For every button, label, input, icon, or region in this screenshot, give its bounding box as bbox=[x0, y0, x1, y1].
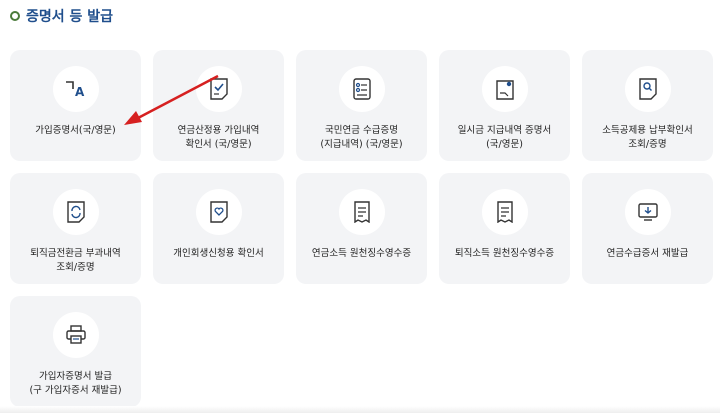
card-tax-deduction-payment[interactable]: 소득공제용 납부확인서 조회/증명 bbox=[582, 50, 713, 161]
card-label: 퇴직소득 원천징수영수증 bbox=[454, 248, 555, 259]
certificate-grid: A 가입증명서(국/영문) 연금산정용 가입내역 확인서 (국/영문) 국민연금… bbox=[10, 50, 713, 407]
card-pension-receipt-certificate[interactable]: 국민연금 수급증명 (지급내역) (국/영문) bbox=[296, 50, 427, 161]
card-label: 일시금 지급내역 증명서 (국/영문) bbox=[457, 125, 552, 150]
card-pension-calc-confirmation[interactable]: 연금산정용 가입내역 확인서 (국/영문) bbox=[153, 50, 284, 161]
document-refresh-icon bbox=[52, 189, 99, 235]
card-label: 국민연금 수급증명 (지급내역) (국/영문) bbox=[320, 125, 403, 150]
card-pension-certificate-reissue[interactable]: 연금수급증서 재발급 bbox=[582, 173, 713, 284]
translate-icon: A bbox=[52, 66, 99, 112]
card-label: 개인회생신청용 확인서 bbox=[173, 248, 264, 259]
svg-text:A: A bbox=[75, 85, 85, 98]
receipt-icon bbox=[481, 189, 528, 235]
section-title: 증명서 등 발급 bbox=[26, 9, 114, 25]
card-subscriber-certificate[interactable]: 가입자증명서 발급 (구 가입자증서 재발급) bbox=[10, 296, 141, 407]
card-label: 연금소득 원천징수영수증 bbox=[311, 248, 412, 259]
card-retirement-conversion[interactable]: 퇴직금전환금 부과내역 조회/증명 bbox=[10, 173, 141, 284]
card-retirement-withholding-receipt[interactable]: 퇴직소득 원천징수영수증 bbox=[439, 173, 570, 284]
card-label: 가입증명서(국/영문) bbox=[35, 125, 116, 136]
card-label: 퇴직금전환금 부과내역 조회/증명 bbox=[30, 248, 121, 273]
section-header: 증명서 등 발급 bbox=[10, 6, 113, 26]
bullet-icon bbox=[10, 11, 20, 21]
card-label: 연금수급증서 재발급 bbox=[606, 248, 689, 259]
document-check-icon bbox=[195, 66, 242, 112]
card-label: 가입자증명서 발급 (구 가입자증서 재발급) bbox=[29, 371, 122, 396]
card-personal-rehabilitation[interactable]: 개인회생신청용 확인서 bbox=[153, 173, 284, 284]
card-pension-withholding-receipt[interactable]: 연금소득 원천징수영수증 bbox=[296, 173, 427, 284]
printer-icon bbox=[52, 312, 99, 358]
document-list-icon bbox=[338, 66, 385, 112]
document-search-icon bbox=[624, 66, 671, 112]
card-join-certificate[interactable]: A 가입증명서(국/영문) bbox=[10, 50, 141, 161]
card-label: 연금산정용 가입내역 확인서 (국/영문) bbox=[177, 125, 260, 150]
document-stamp-icon bbox=[481, 66, 528, 112]
receipt-icon bbox=[338, 189, 385, 235]
card-label: 소득공제용 납부확인서 조회/증명 bbox=[602, 125, 693, 150]
bottom-shadow bbox=[0, 406, 720, 413]
card-lump-sum-certificate[interactable]: 일시금 지급내역 증명서 (국/영문) bbox=[439, 50, 570, 161]
document-heart-icon bbox=[195, 189, 242, 235]
download-monitor-icon bbox=[624, 189, 671, 235]
